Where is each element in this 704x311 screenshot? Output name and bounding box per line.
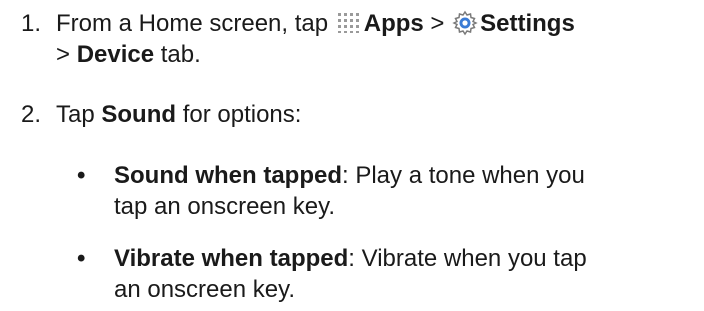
option-term: Sound when tapped	[114, 162, 342, 189]
step-number: 2.	[21, 101, 42, 128]
option-description: Sound when tapped: Play a tone when you …	[114, 160, 674, 222]
bullet-marker: •	[77, 162, 86, 189]
step-number: 1.	[21, 10, 42, 37]
option-term: Vibrate when tapped	[114, 245, 349, 272]
device-tab-label: Device	[76, 41, 155, 68]
step-text-suffix: for options:	[176, 101, 302, 128]
path-separator: >	[423, 10, 452, 37]
step-text: From a Home screen, tap Apps > Settings …	[56, 8, 696, 70]
settings-gear-icon	[452, 10, 478, 36]
option-desc-1: Play a tone when you	[348, 162, 585, 189]
step-text: Tap Sound for options:	[56, 99, 696, 130]
path-separator-2: >	[56, 41, 77, 68]
option-line-2: an onscreen key.	[114, 276, 295, 303]
option-desc-1: Vibrate when you tap	[354, 245, 587, 272]
option-line-1: Vibrate when tapped: Vibrate when you ta…	[114, 243, 674, 274]
option-line-2: tap an onscreen key.	[114, 193, 336, 220]
step-text-prefix: Tap	[56, 101, 102, 128]
option-colon: :	[348, 245, 355, 272]
step-line-2: > Device tab.	[56, 39, 696, 70]
settings-label: Settings	[480, 10, 575, 37]
option-colon: :	[342, 162, 349, 189]
instructions-document: 1. From a Home screen, tap Apps > Settin…	[0, 0, 704, 311]
option-description: Vibrate when tapped: Vibrate when you ta…	[114, 243, 674, 305]
bullet-marker: •	[77, 245, 86, 272]
apps-label: Apps	[363, 10, 424, 37]
option-line-1: Sound when tapped: Play a tone when you	[114, 160, 674, 191]
step-text-suffix: tab.	[154, 41, 201, 68]
sound-label: Sound	[101, 101, 177, 128]
step-text-prefix: From a Home screen, tap	[56, 10, 335, 37]
apps-grid-icon	[337, 11, 361, 33]
step-line-1: From a Home screen, tap Apps > Settings	[56, 8, 696, 39]
